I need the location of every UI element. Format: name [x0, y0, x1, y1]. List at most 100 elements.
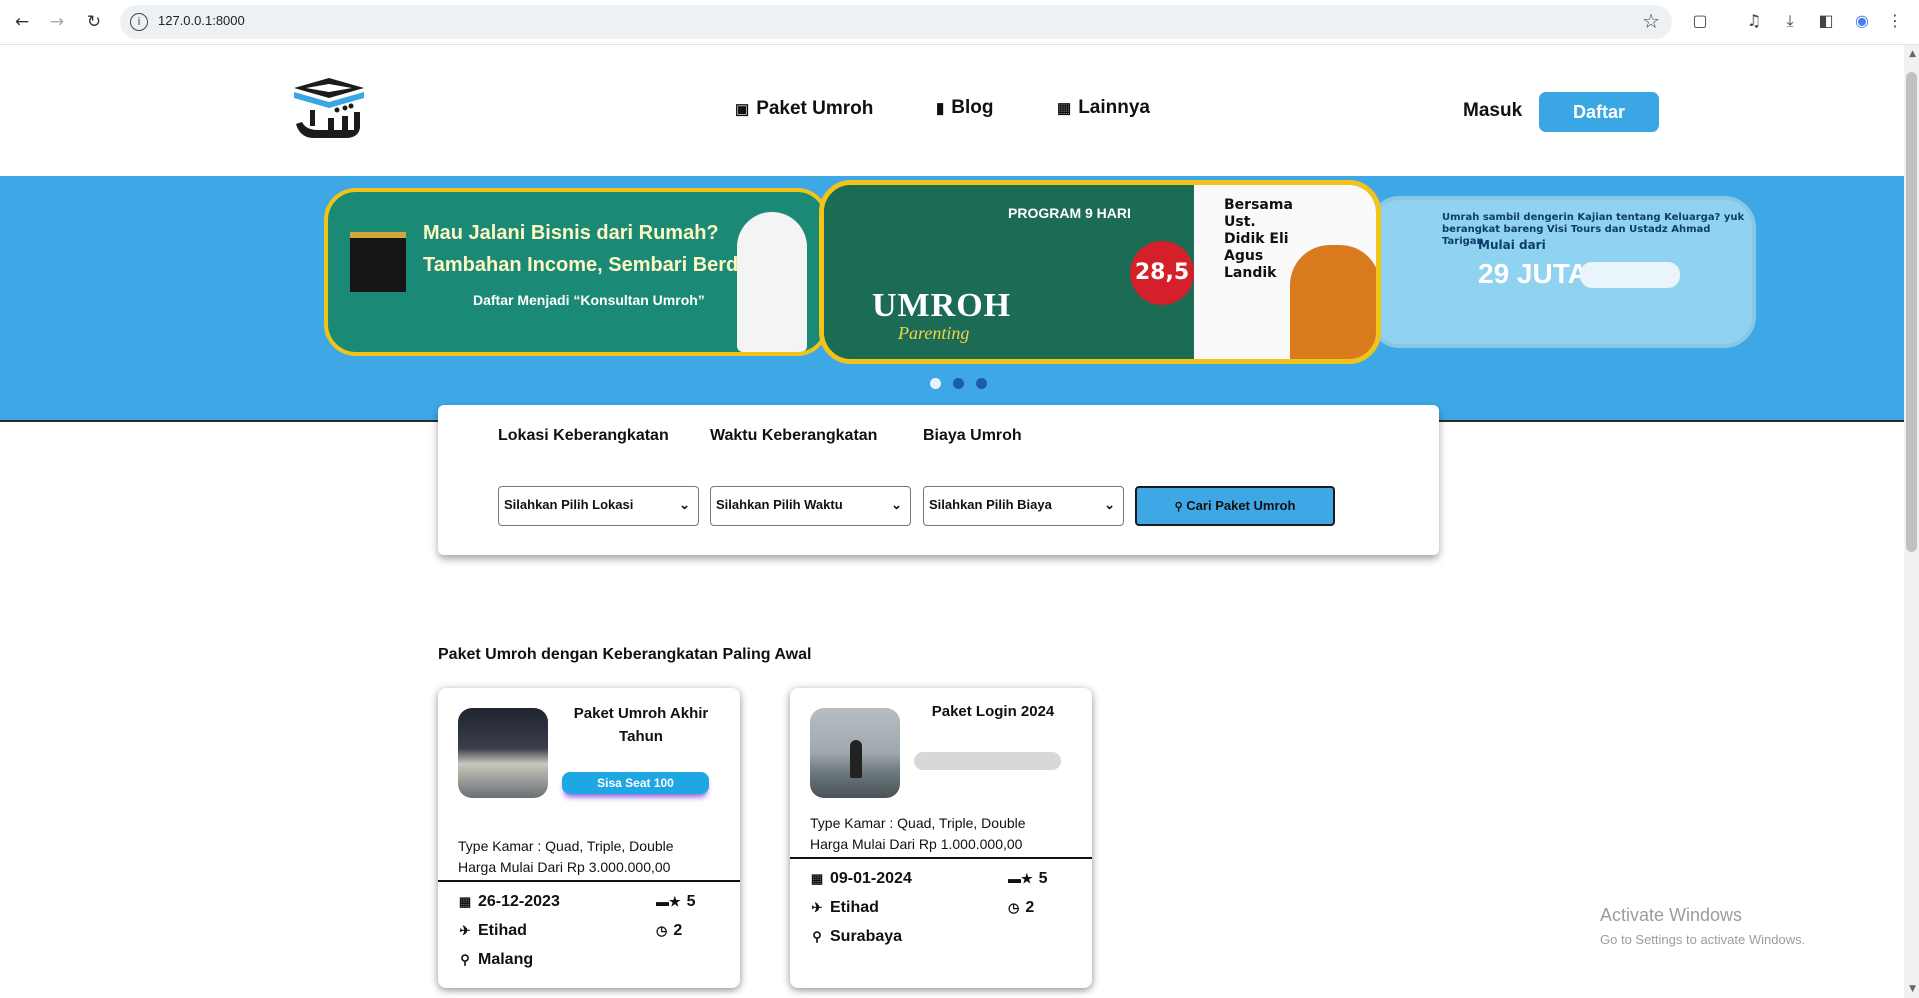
date-text: 09-01-2024 — [830, 870, 912, 887]
nav-blog[interactable]: ▮ Blog — [936, 97, 993, 119]
departure-city: ⚲ Malang — [458, 951, 533, 969]
duration: ◷ 2 — [656, 922, 682, 940]
nav-lainnya[interactable]: ▦ Lainnya — [1057, 97, 1150, 119]
room-type: Type Kamar : Quad, Triple, Double — [810, 815, 1026, 831]
duration-text: 2 — [673, 922, 683, 939]
chevron-down-icon: ⌄ — [679, 497, 690, 512]
package-image[interactable] — [458, 708, 548, 798]
select-value: Silahkan Pilih Waktu — [716, 497, 843, 512]
price-value: 29 JUTA — [1478, 258, 1588, 289]
banner-umrah-family[interactable]: Umrah sambil dengerin Kajian tentang Kel… — [1368, 196, 1756, 348]
activation-watermark-hint: Go to Settings to activate Windows. — [1600, 932, 1806, 947]
banner-konsultan[interactable]: Mau Jalani Bisnis dari Rumah? Tambahan I… — [324, 188, 829, 356]
price-text: Harga Mulai Dari Rp 1.000.000,00 — [810, 836, 1023, 852]
carousel-indicators — [930, 378, 987, 389]
forward-icon[interactable]: → — [45, 10, 69, 34]
reload-icon[interactable]: ↻ — [82, 10, 106, 34]
airplane-illustration — [1580, 262, 1680, 288]
grid-icon: ▦ — [1057, 100, 1072, 117]
kaaba-illustration — [350, 232, 406, 292]
package-name[interactable]: Paket Login 2024 — [908, 700, 1078, 723]
nav-label: Paket Umroh — [756, 98, 874, 119]
clock-icon: ◷ — [656, 923, 668, 938]
blog-icon: ▮ — [936, 100, 945, 117]
carousel-dot[interactable] — [930, 378, 941, 389]
location-pin-icon: ⚲ — [460, 952, 470, 967]
sidebar-icon[interactable]: ◧ — [1815, 10, 1837, 32]
airline-text: Etihad — [478, 922, 527, 939]
media-icon[interactable]: ♫ — [1743, 10, 1765, 32]
date-text: 26-12-2023 — [478, 893, 560, 910]
location-label: Lokasi Keberangkatan — [498, 427, 669, 444]
search-button-label: Cari Paket Umroh — [1186, 498, 1296, 513]
alfalaq-logo[interactable] — [290, 76, 368, 148]
price-badge: 28,5 — [1130, 241, 1194, 305]
person-illustration — [737, 212, 807, 352]
room-type: Type Kamar : Quad, Triple, Double — [458, 838, 674, 854]
section-title: Paket Umroh dengan Keberangkatan Paling … — [438, 646, 812, 663]
cost-label: Biaya Umroh — [923, 427, 1022, 444]
seat-badge: Sisa Seat 100 — [562, 772, 709, 794]
departure-city: ⚲ Surabaya — [810, 928, 902, 946]
clock-icon: ◷ — [1008, 900, 1020, 915]
menu-icon[interactable]: ⋮ — [1884, 10, 1906, 32]
banner-umroh-parenting[interactable]: PROGRAM 9 HARI UMROH Parenting 28,5 Bers… — [819, 180, 1381, 364]
login-link[interactable]: Masuk — [1463, 100, 1522, 122]
banner-line: Daftar Menjadi “Konsultan Umroh” — [473, 292, 705, 308]
address-bar[interactable]: i 127.0.0.1:8000 ☆ — [120, 5, 1672, 39]
bed-star-icon: ▬★ — [1008, 871, 1033, 886]
package-card[interactable]: Paket Umroh Akhir Tahun Sisa Seat 100 Ty… — [438, 688, 740, 988]
kaaba-icon: ▣ — [735, 101, 750, 118]
extensions-icon[interactable]: ▢ — [1689, 10, 1711, 32]
package-card[interactable]: Paket Login 2024 Type Kamar : Quad, Trip… — [790, 688, 1092, 988]
browser-toolbar: ← → ↻ i 127.0.0.1:8000 ☆ ▢ | ♫ ⤓ ◧ ◉ ⋮ — [0, 0, 1919, 45]
search-icon: ⚲ — [1174, 501, 1183, 513]
duration: ◷ 2 — [1008, 899, 1034, 917]
hotel-rating: ▬★ 5 — [1008, 870, 1048, 888]
airline-text: Etihad — [830, 899, 879, 916]
person-illustration — [1290, 245, 1376, 359]
location-select[interactable]: Silahkan Pilih Lokasi ⌄ — [498, 486, 699, 526]
plane-icon: ✈ — [811, 900, 823, 915]
banner-line: Mau Jalani Bisnis dari Rumah? — [423, 222, 719, 244]
city-text: Surabaya — [830, 928, 903, 945]
seat-badge-empty — [914, 752, 1061, 770]
register-button[interactable]: Daftar — [1539, 92, 1659, 132]
cost-select[interactable]: Silahkan Pilih Biaya ⌄ — [923, 486, 1124, 526]
package-image[interactable] — [810, 708, 900, 798]
scroll-down-icon[interactable]: ▼ — [1909, 984, 1916, 994]
carousel-dot[interactable] — [976, 378, 987, 389]
airline: ✈ Etihad — [810, 899, 879, 917]
banner-title: UMROH — [872, 287, 1012, 324]
program-label: PROGRAM 9 HARI — [1008, 205, 1131, 221]
departure-date: ▦ 09-01-2024 — [810, 870, 912, 888]
hotel-rating: ▬★ 5 — [656, 893, 696, 911]
package-name[interactable]: Paket Umroh Akhir Tahun — [556, 702, 726, 748]
chevron-down-icon: ⌄ — [891, 497, 902, 512]
back-icon[interactable]: ← — [10, 10, 34, 34]
profile-icon[interactable]: ◉ — [1851, 10, 1873, 32]
departure-date: ▦ 26-12-2023 — [458, 893, 560, 911]
scrollbar-thumb[interactable] — [1906, 72, 1917, 552]
carousel-dot[interactable] — [953, 378, 964, 389]
search-button[interactable]: ⚲ Cari Paket Umroh — [1135, 486, 1335, 526]
city-text: Malang — [478, 951, 534, 968]
scroll-up-icon[interactable]: ▲ — [1909, 49, 1916, 59]
nav-paket-umroh[interactable]: ▣ Paket Umroh — [735, 98, 873, 120]
person-figure — [850, 740, 862, 778]
calendar-icon: ▦ — [810, 871, 824, 886]
duration-text: 2 — [1025, 899, 1035, 916]
calendar-icon: ▦ — [458, 894, 472, 909]
card-divider — [438, 880, 740, 882]
star-icon[interactable]: ☆ — [1642, 9, 1660, 33]
nav-label: Lainnya — [1078, 97, 1150, 118]
info-icon[interactable]: i — [130, 13, 148, 31]
activation-watermark: Activate Windows — [1600, 905, 1743, 925]
time-select[interactable]: Silahkan Pilih Waktu ⌄ — [710, 486, 911, 526]
download-icon[interactable]: ⤓ — [1779, 10, 1801, 32]
url-text[interactable]: 127.0.0.1:8000 — [158, 13, 245, 28]
select-value: Silahkan Pilih Lokasi — [504, 497, 634, 512]
search-panel: Lokasi Keberangkatan Waktu Keberangkatan… — [438, 405, 1439, 555]
time-label: Waktu Keberangkatan — [710, 427, 878, 444]
ustadz-name: Bersama Ust. Didik Eli Agus Landik — [1224, 197, 1293, 281]
